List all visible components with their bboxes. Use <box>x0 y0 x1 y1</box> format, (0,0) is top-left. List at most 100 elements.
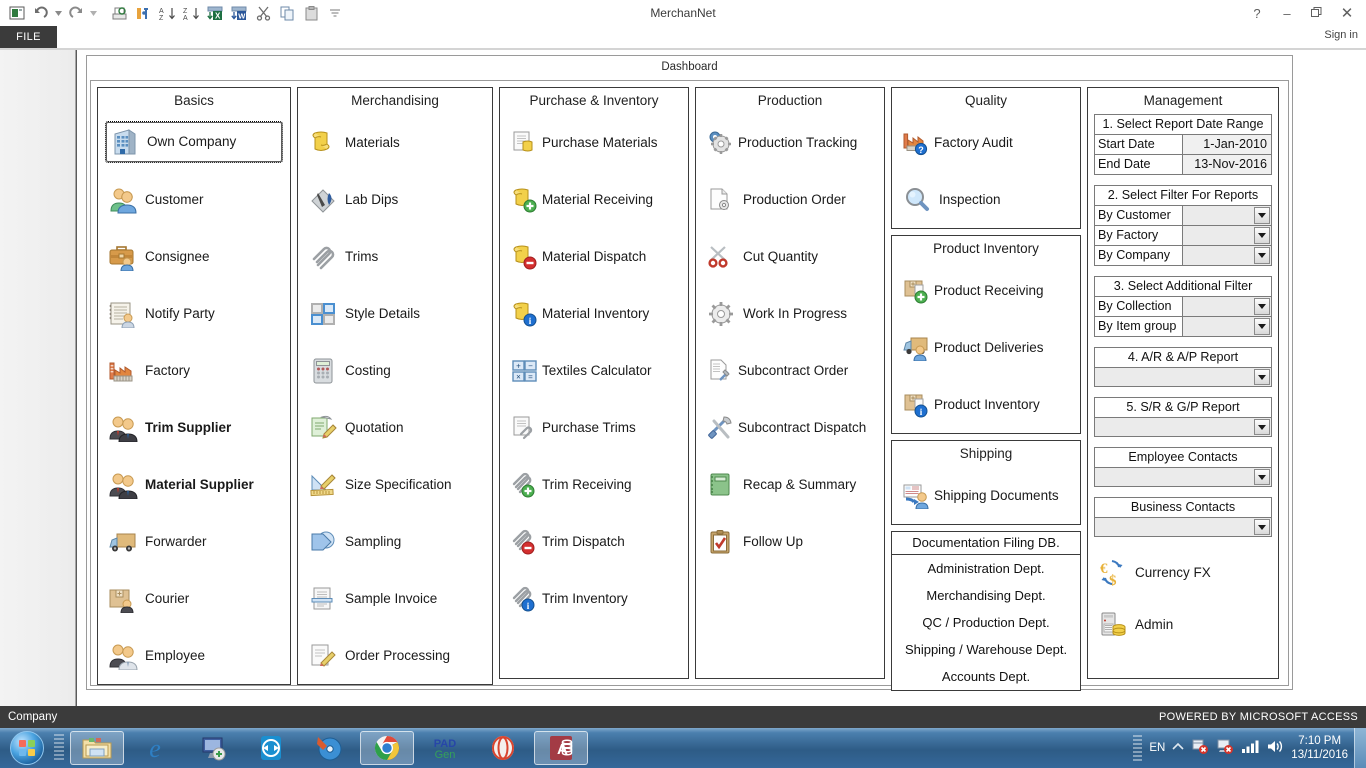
cut-icon[interactable] <box>252 2 274 24</box>
export-word-icon[interactable]: W <box>228 2 250 24</box>
chevron-down-icon[interactable] <box>1254 369 1270 385</box>
signal-icon[interactable] <box>1241 739 1259 757</box>
by-collection-combo[interactable] <box>1183 297 1271 316</box>
tray-grip[interactable] <box>1133 735 1142 761</box>
tab-file[interactable]: FILE <box>0 26 57 48</box>
redo-icon[interactable] <box>65 2 87 24</box>
chevron-down-icon[interactable] <box>1254 247 1270 264</box>
chevron-down-icon[interactable] <box>1254 227 1270 244</box>
menu-item-shipping-documents[interactable]: Shipping Documents <box>898 467 1074 524</box>
menu-item-own-company[interactable]: Own Company <box>106 122 282 162</box>
doc-filing-item-shipping-warehouse[interactable]: Shipping / Warehouse Dept. <box>892 636 1080 663</box>
paste-icon[interactable] <box>300 2 322 24</box>
windows-explorer-icon[interactable] <box>70 731 124 765</box>
doc-filing-item-accounts[interactable]: Accounts Dept. <box>892 663 1080 690</box>
chevron-down-icon[interactable] <box>1254 318 1270 335</box>
close-icon[interactable]: ✕ <box>1332 0 1362 26</box>
menu-item-trim-receiving[interactable]: Trim Receiving <box>506 456 682 513</box>
menu-item-trim-supplier[interactable]: Trim Supplier <box>104 399 284 456</box>
menu-item-production-order[interactable]: Production Order <box>702 171 878 228</box>
business-contacts-combo[interactable] <box>1094 518 1272 537</box>
menu-item-recap-summary[interactable]: Recap & Summary <box>702 456 878 513</box>
menu-item-follow-up[interactable]: Follow Up <box>702 513 878 570</box>
menu-item-order-processing[interactable]: Order Processing <box>304 627 486 684</box>
menu-item-consignee[interactable]: Consignee <box>104 228 284 285</box>
menu-item-quotation[interactable]: Quotation <box>304 399 486 456</box>
menu-item-admin[interactable]: Admin <box>1094 599 1272 651</box>
menu-item-forwarder[interactable]: Forwarder <box>104 513 284 570</box>
menu-item-material-inventory[interactable]: i Material Inventory <box>506 285 682 342</box>
view-icon[interactable] <box>6 2 28 24</box>
chevron-down-icon[interactable] <box>1254 207 1270 224</box>
filter-icon[interactable] <box>132 2 154 24</box>
ar-ap-report-combo[interactable] <box>1094 368 1272 387</box>
menu-item-sample-invoice[interactable]: Sample Invoice <box>304 570 486 627</box>
customize-quick-access-icon[interactable] <box>324 2 346 24</box>
sign-in-link[interactable]: Sign in <box>1324 29 1358 41</box>
chevron-down-icon[interactable] <box>1254 519 1270 535</box>
export-excel-icon[interactable]: X <box>204 2 226 24</box>
menu-item-subcontract-dispatch[interactable]: Subcontract Dispatch <box>702 399 878 456</box>
chevron-down-icon[interactable] <box>1254 298 1270 315</box>
menu-item-product-deliveries[interactable]: Product Deliveries <box>898 319 1074 376</box>
menu-item-employee[interactable]: Employee <box>104 627 284 684</box>
menu-item-inspection[interactable]: Inspection <box>898 171 1074 228</box>
undo-icon[interactable] <box>30 2 52 24</box>
menu-item-size-specification[interactable]: Size Specification <box>304 456 486 513</box>
copy-icon[interactable] <box>276 2 298 24</box>
start-orb-icon[interactable] <box>0 729 54 767</box>
show-desktop-button[interactable] <box>1354 728 1366 768</box>
menu-item-style-details[interactable]: Style Details <box>304 285 486 342</box>
menu-item-material-receiving[interactable]: Material Receiving <box>506 171 682 228</box>
menu-item-work-in-progress[interactable]: Work In Progress <box>702 285 878 342</box>
action-center-icon[interactable] <box>1191 738 1209 758</box>
doc-filing-item-administration[interactable]: Administration Dept. <box>892 555 1080 582</box>
sr-gp-report-combo[interactable] <box>1094 418 1272 437</box>
menu-item-trims[interactable]: Trims <box>304 228 486 285</box>
volume-icon[interactable] <box>1266 739 1284 757</box>
undo-dropdown-icon[interactable] <box>54 2 63 24</box>
start-date-value[interactable]: 1-Jan-2010 <box>1183 135 1271 154</box>
menu-item-material-dispatch[interactable]: Material Dispatch <box>506 228 682 285</box>
menu-item-lab-dips[interactable]: Lab Dips <box>304 171 486 228</box>
by-factory-combo[interactable] <box>1183 226 1271 245</box>
menu-item-notify-party[interactable]: Notify Party <box>104 285 284 342</box>
menu-item-customer[interactable]: Customer <box>104 171 284 228</box>
menu-item-textiles-calculator[interactable]: +−×= Textiles Calculator <box>506 342 682 399</box>
sort-descending-icon[interactable]: ZA <box>180 2 202 24</box>
menu-item-purchase-materials[interactable]: Purchase Materials <box>506 114 682 171</box>
menu-item-costing[interactable]: Costing <box>304 342 486 399</box>
menu-item-factory-audit[interactable]: ? Factory Audit <box>898 114 1074 171</box>
tray-clock[interactable]: 7:10 PM 13/11/2016 <box>1291 734 1348 763</box>
menu-item-sampling[interactable]: Sampling <box>304 513 486 570</box>
employee-contacts-combo[interactable] <box>1094 468 1272 487</box>
google-chrome-icon[interactable] <box>360 731 414 765</box>
restore-icon[interactable] <box>1302 0 1332 26</box>
doc-filing-item-qc-production[interactable]: QC / Production Dept. <box>892 609 1080 636</box>
by-item-group-combo[interactable] <box>1183 317 1271 336</box>
menu-item-cut-quantity[interactable]: Cut Quantity <box>702 228 878 285</box>
by-company-combo[interactable] <box>1183 246 1271 265</box>
menu-item-material-supplier[interactable]: Material Supplier <box>104 456 284 513</box>
menu-item-factory[interactable]: Factory <box>104 342 284 399</box>
menu-item-materials[interactable]: Materials <box>304 114 486 171</box>
help-icon[interactable]: ? <box>1242 0 1272 26</box>
doc-filing-item-merchandising[interactable]: Merchandising Dept. <box>892 582 1080 609</box>
taskbar-grip[interactable] <box>54 734 64 762</box>
by-customer-combo[interactable] <box>1183 206 1271 225</box>
microsoft-access-icon[interactable]: A <box>534 731 588 765</box>
menu-item-courier[interactable]: Courier <box>104 570 284 627</box>
menu-item-trim-inventory[interactable]: i Trim Inventory <box>506 570 682 627</box>
navigation-pane[interactable] <box>0 50 76 706</box>
redo-dropdown-icon[interactable] <box>89 2 98 24</box>
internet-explorer-icon[interactable]: e <box>128 731 182 765</box>
pad-gen-icon[interactable]: PADGen <box>418 731 472 765</box>
network-error-icon[interactable] <box>1216 738 1234 758</box>
menu-item-product-receiving[interactable]: Product Receiving <box>898 262 1074 319</box>
end-date-value[interactable]: 13-Nov-2016 <box>1183 155 1271 174</box>
opera-icon[interactable] <box>476 731 530 765</box>
chevron-down-icon[interactable] <box>1254 469 1270 485</box>
print-preview-icon[interactable] <box>108 2 130 24</box>
nero-burning-icon[interactable] <box>302 731 356 765</box>
menu-item-currency-fx[interactable]: €$ Currency FX <box>1094 547 1272 599</box>
